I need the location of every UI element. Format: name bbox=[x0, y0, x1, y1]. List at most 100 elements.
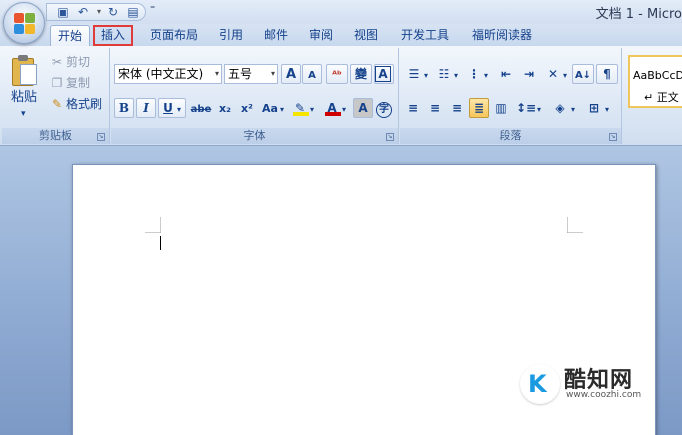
chevron-down-icon: ▾ bbox=[424, 71, 429, 80]
office-button[interactable] bbox=[3, 2, 45, 44]
phonetic-guide-button[interactable]: 變 bbox=[350, 64, 372, 84]
tab-references[interactable]: 引用 bbox=[212, 25, 250, 46]
show-marks-button[interactable]: ¶ bbox=[596, 64, 618, 84]
strikethrough-button[interactable]: abe bbox=[189, 98, 213, 118]
chevron-down-icon: ▾ bbox=[563, 71, 568, 80]
font-color-button[interactable]: A ▾ bbox=[321, 98, 351, 118]
text-highlight-button[interactable]: ✎ ▾ bbox=[289, 98, 319, 118]
copy-button[interactable]: ❐ 复制 bbox=[50, 75, 90, 91]
distributed-icon: ▥ bbox=[495, 101, 507, 115]
multilevel-list-icon: ⋮ bbox=[468, 67, 480, 81]
watermark-url: www.coozhi.com bbox=[566, 390, 642, 400]
borders-button[interactable]: ⊞ ▾ bbox=[582, 98, 612, 118]
paste-button[interactable]: 粘贴 bbox=[11, 90, 37, 106]
tab-review[interactable]: 审阅 bbox=[302, 25, 340, 46]
shading-button[interactable]: ◈ ▾ bbox=[548, 98, 578, 118]
chevron-down-icon: ▾ bbox=[177, 105, 182, 114]
ribbon: 粘贴 ▾ ✂ 剪切 ❐ 复制 ✎ 格式刷 剪贴板 ↘ 宋体 (中文正文) ▾ 五号 ▾ A… bbox=[0, 46, 682, 146]
tab-home[interactable]: 开始 bbox=[50, 25, 90, 46]
grow-font-button[interactable]: A bbox=[281, 64, 301, 84]
clipboard-group-label: 剪贴板 bbox=[2, 128, 109, 144]
align-right-icon: ≡ bbox=[451, 101, 463, 115]
character-border-button[interactable]: A bbox=[374, 64, 394, 84]
clipboard-dialog-launcher-icon[interactable]: ↘ bbox=[97, 133, 105, 141]
bold-button[interactable]: B bbox=[114, 98, 134, 118]
numbering-button[interactable]: ☷ ▾ bbox=[433, 64, 461, 84]
text-cursor bbox=[160, 236, 161, 250]
font-group-label: 字体 bbox=[111, 128, 398, 144]
decrease-indent-button[interactable]: ⇤ bbox=[495, 64, 517, 84]
highlight-color-swatch bbox=[293, 112, 309, 116]
chevron-down-icon: ▾ bbox=[454, 71, 459, 80]
chevron-down-icon: ▾ bbox=[484, 71, 489, 80]
scissors-icon: ✂ bbox=[51, 55, 63, 69]
distributed-button[interactable]: ▥ bbox=[491, 98, 511, 118]
line-spacing-button[interactable]: ↕≡▾ bbox=[514, 98, 544, 118]
paste-dropdown-icon[interactable]: ▾ bbox=[21, 106, 26, 122]
margin-corner-top-left bbox=[145, 217, 161, 233]
font-dialog-launcher-icon[interactable]: ↘ bbox=[386, 133, 394, 141]
tab-view[interactable]: 视图 bbox=[347, 25, 385, 46]
increase-indent-button[interactable]: ⇥ bbox=[518, 64, 540, 84]
decrease-indent-icon: ⇤ bbox=[500, 67, 512, 81]
tab-developer[interactable]: 开发工具 bbox=[394, 25, 456, 46]
watermark: K 酷知网 www.coozhi.com bbox=[520, 360, 670, 410]
undo-icon[interactable]: ↶ bbox=[75, 5, 91, 19]
justify-button[interactable]: ≣ bbox=[469, 98, 489, 118]
chinese-layout-button[interactable]: ✕ ▾ bbox=[542, 64, 570, 84]
watermark-logo-icon: K bbox=[520, 364, 560, 404]
superscript-button[interactable]: x² bbox=[237, 98, 257, 118]
style-normal[interactable]: AaBbCcD ↵ 正文 bbox=[628, 55, 682, 108]
paint-bucket-icon: ◈ bbox=[555, 101, 565, 115]
clear-formatting-button[interactable]: ᴬᵇ bbox=[326, 64, 348, 84]
enclose-characters-button[interactable]: 字 bbox=[375, 98, 395, 118]
format-painter-button[interactable]: ✎ 格式刷 bbox=[50, 96, 102, 112]
tab-mailings[interactable]: 邮件 bbox=[257, 25, 295, 46]
paragraph-dialog-launcher-icon[interactable]: ↘ bbox=[609, 133, 617, 141]
chevron-down-icon: ▾ bbox=[342, 105, 347, 114]
tab-page-layout[interactable]: 页面布局 bbox=[143, 25, 205, 46]
shrink-font-button[interactable]: A bbox=[302, 64, 322, 84]
font-name-select[interactable]: 宋体 (中文正文) ▾ bbox=[114, 64, 222, 84]
font-size-select[interactable]: 五号 ▾ bbox=[224, 64, 278, 84]
underline-button[interactable]: U ▾ bbox=[158, 98, 186, 118]
style-name-label: ↵ 正文 bbox=[644, 91, 679, 104]
tab-foxit-reader[interactable]: 福昕阅读器 bbox=[465, 25, 539, 46]
tab-insert[interactable]: 插入 bbox=[93, 25, 133, 46]
copy-icon: ❐ bbox=[51, 76, 63, 90]
chevron-down-icon: ▾ bbox=[310, 105, 315, 114]
change-case-button[interactable]: Aa ▾ bbox=[259, 98, 287, 118]
italic-button[interactable]: I bbox=[136, 98, 156, 118]
align-center-button[interactable]: ≡ bbox=[425, 98, 445, 118]
align-right-button[interactable]: ≡ bbox=[447, 98, 467, 118]
clipboard-group: 粘贴 ▾ ✂ 剪切 ❐ 复制 ✎ 格式刷 剪贴板 ↘ bbox=[2, 48, 110, 144]
window-title: 文档 1 - Micro bbox=[595, 7, 682, 22]
bullets-button[interactable]: ☰ ▾ bbox=[403, 64, 431, 84]
multilevel-list-button[interactable]: ⋮ ▾ bbox=[463, 64, 491, 84]
chevron-down-icon: ▾ bbox=[270, 69, 275, 78]
sort-icon: A↓ bbox=[574, 70, 592, 81]
align-left-button[interactable]: ≡ bbox=[403, 98, 423, 118]
title-bar: ▣ ↶ ▾ ↻ ▤ ⁼ 文档 1 - Micro bbox=[0, 0, 682, 24]
font-group: 宋体 (中文正文) ▾ 五号 ▾ A A ᴬᵇ 變 A B I U ▾ abe x₂ … bbox=[111, 48, 399, 144]
borders-icon: ⊞ bbox=[588, 101, 600, 115]
bullet-list-icon: ☰ bbox=[408, 67, 420, 81]
paste-icon[interactable] bbox=[12, 54, 38, 86]
sort-button[interactable]: A↓ bbox=[572, 64, 594, 84]
chevron-down-icon: ▾ bbox=[537, 105, 542, 114]
paintbrush-icon: ✎ bbox=[51, 97, 63, 111]
align-left-icon: ≡ bbox=[407, 101, 419, 115]
quick-access-toolbar: ▣ ↶ ▾ ↻ ▤ bbox=[46, 3, 146, 21]
redo-icon[interactable]: ↻ bbox=[105, 5, 121, 19]
paragraph-group-label: 段落 bbox=[400, 128, 621, 144]
chevron-down-icon: ▾ bbox=[605, 105, 610, 114]
customize-qat-icon[interactable]: ⁼ bbox=[150, 4, 155, 15]
font-color-swatch bbox=[325, 112, 341, 116]
print-preview-icon[interactable]: ▤ bbox=[125, 5, 141, 19]
office-logo-icon bbox=[14, 13, 36, 35]
cut-button[interactable]: ✂ 剪切 bbox=[50, 54, 90, 70]
subscript-button[interactable]: x₂ bbox=[215, 98, 235, 118]
character-shading-button[interactable]: A bbox=[353, 98, 373, 118]
save-icon[interactable]: ▣ bbox=[55, 5, 71, 19]
justify-icon: ≣ bbox=[473, 101, 485, 115]
